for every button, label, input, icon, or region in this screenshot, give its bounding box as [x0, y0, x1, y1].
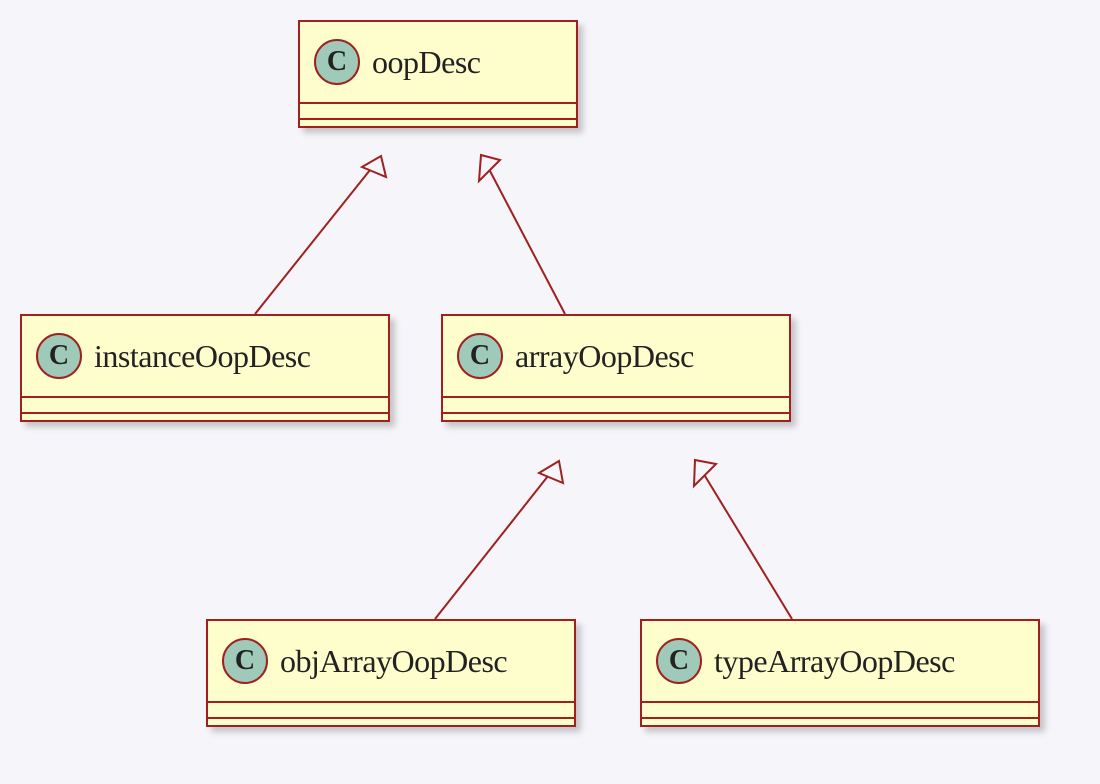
class-oopDesc: C oopDesc	[298, 20, 578, 128]
class-header: C oopDesc	[300, 22, 576, 102]
class-name-label: typeArrayOopDesc	[714, 643, 955, 680]
class-name-label: instanceOopDesc	[94, 338, 310, 375]
class-name-label: arrayOopDesc	[515, 338, 694, 375]
class-divider	[443, 396, 789, 412]
class-header: C objArrayOopDesc	[208, 621, 574, 701]
class-instanceOopDesc: C instanceOopDesc	[20, 314, 390, 422]
class-header: C typeArrayOopDesc	[642, 621, 1038, 701]
class-name-label: oopDesc	[372, 44, 480, 81]
class-name-label: objArrayOopDesc	[280, 643, 507, 680]
class-stereotype-icon: C	[656, 638, 702, 684]
class-header: C arrayOopDesc	[443, 316, 789, 396]
class-divider	[443, 412, 789, 420]
class-typeArrayOopDesc: C typeArrayOopDesc	[640, 619, 1040, 727]
class-stereotype-icon: C	[314, 39, 360, 85]
class-divider	[22, 396, 388, 412]
class-stereotype-icon: C	[222, 638, 268, 684]
class-arrayOopDesc: C arrayOopDesc	[441, 314, 791, 422]
class-header: C instanceOopDesc	[22, 316, 388, 396]
class-divider	[208, 701, 574, 717]
class-divider	[642, 717, 1038, 725]
class-stereotype-icon: C	[36, 333, 82, 379]
class-stereotype-icon: C	[457, 333, 503, 379]
class-objArrayOopDesc: C objArrayOopDesc	[206, 619, 576, 727]
class-divider	[642, 701, 1038, 717]
class-divider	[300, 118, 576, 126]
class-divider	[208, 717, 574, 725]
class-divider	[300, 102, 576, 118]
class-divider	[22, 412, 388, 420]
